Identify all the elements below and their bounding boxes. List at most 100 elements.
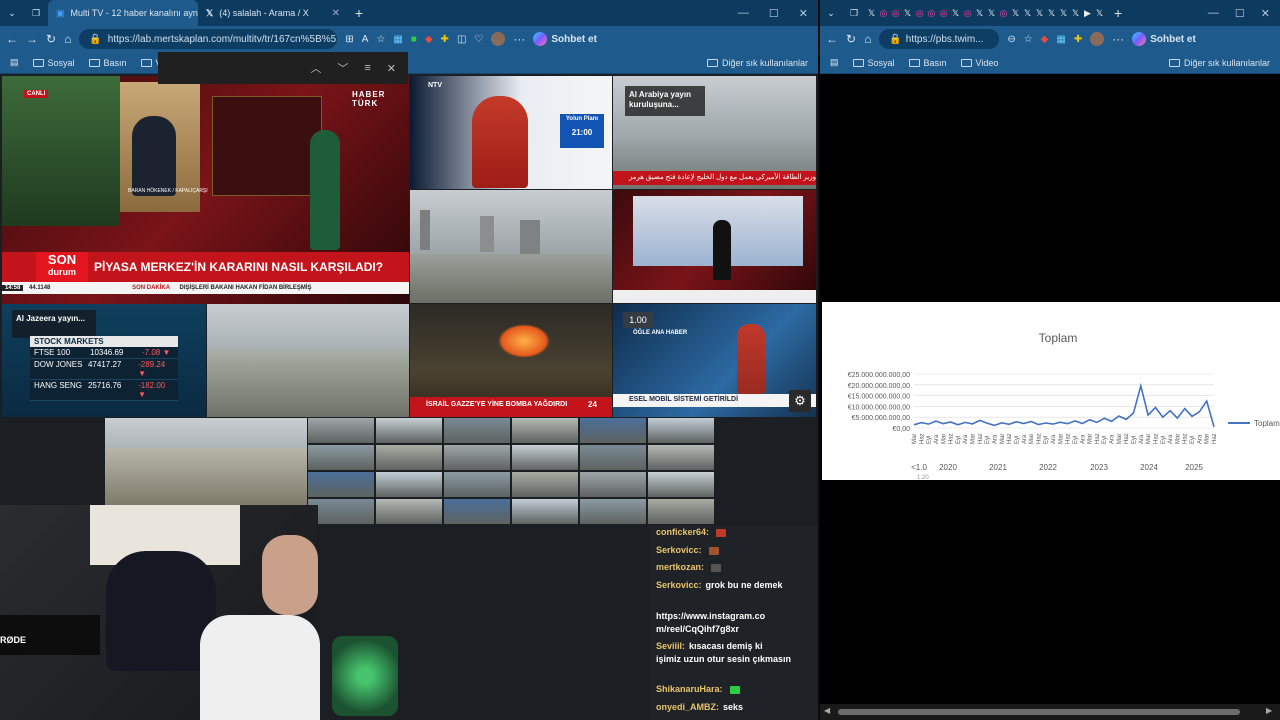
- tab-actions-icon[interactable]: ⌄: [820, 0, 842, 26]
- x-tab-icon[interactable]: 𝕏: [1034, 0, 1045, 26]
- small-video-tile[interactable]: [376, 472, 442, 497]
- small-video-tile[interactable]: [444, 472, 510, 497]
- chevron-down-icon[interactable]: ﹀: [337, 60, 348, 76]
- small-video-tile[interactable]: [444, 499, 510, 524]
- x-tab-icon[interactable]: 𝕏: [974, 0, 985, 26]
- video-tile-jerusalem[interactable]: [105, 418, 307, 506]
- x-tab-icon[interactable]: 𝕏: [902, 0, 913, 26]
- tab-x-search[interactable]: 𝕏 (4) salalah - Arama / X ✕: [198, 0, 348, 26]
- video-tile-city[interactable]: [410, 190, 612, 303]
- small-video-tile[interactable]: [376, 445, 442, 470]
- extension-icon[interactable]: ✚: [441, 34, 449, 45]
- extension-icon[interactable]: ◆: [1041, 34, 1049, 45]
- x-tab-icon[interactable]: 𝕏: [1010, 0, 1021, 26]
- video-tile-ogle[interactable]: 1.00 ÖĞLE ANA HABER ESEL MOBİL SİSTEMİ G…: [613, 304, 816, 417]
- more-icon[interactable]: ···: [1112, 32, 1124, 46]
- maximize-icon[interactable]: ☐: [769, 7, 779, 20]
- chat-username[interactable]: Serkovicc:: [656, 545, 702, 555]
- back-icon[interactable]: ←: [826, 32, 838, 46]
- video-tile-gaza[interactable]: İSRAİL GAZZE'YE YİNE BOMBA YAĞDIRDI 24: [410, 304, 612, 417]
- small-video-tile[interactable]: [512, 445, 578, 470]
- address-bar[interactable]: 🔒 https://lab.mertskaplan.com/multitv/tr…: [79, 29, 338, 49]
- instagram-tab-icon[interactable]: ◎: [914, 0, 925, 26]
- chevron-up-icon[interactable]: ︿: [310, 60, 321, 76]
- close-tab-icon[interactable]: ✕: [332, 8, 340, 19]
- bookmark-other[interactable]: Diğer sık kullanılanlar: [1168, 58, 1270, 68]
- small-video-tile[interactable]: [512, 499, 578, 524]
- tab-list-icon[interactable]: ▤: [830, 57, 839, 68]
- instagram-tab-icon[interactable]: ◎: [878, 0, 889, 26]
- video-tile-aljazeera[interactable]: Al Jazeera yayın... STOCK MARKETS FTSE 1…: [2, 304, 206, 417]
- small-video-tile[interactable]: [580, 445, 646, 470]
- small-video-tile[interactable]: [648, 445, 714, 470]
- x-tab-icon[interactable]: 𝕏: [1022, 0, 1033, 26]
- close-icon[interactable]: ✕: [387, 62, 396, 75]
- instagram-tab-icon[interactable]: ◎: [926, 0, 937, 26]
- workspaces-icon[interactable]: ❐: [843, 0, 865, 26]
- refresh-icon[interactable]: ↻: [846, 32, 856, 46]
- small-video-tile[interactable]: [376, 499, 442, 524]
- x-tab-icon[interactable]: 𝕏: [1058, 0, 1069, 26]
- chat-username[interactable]: ShikanaruHara:: [656, 684, 723, 694]
- bookmark-sosyal[interactable]: Sosyal: [32, 58, 75, 68]
- forward-icon[interactable]: →: [26, 32, 38, 46]
- x-tab-icon[interactable]: 𝕏: [1094, 0, 1105, 26]
- minimize-icon[interactable]: —: [1208, 7, 1219, 20]
- small-video-tile[interactable]: [580, 418, 646, 443]
- copilot-button[interactable]: Sohbet et: [1132, 32, 1196, 46]
- zoom-icon[interactable]: ⊖: [1007, 34, 1015, 45]
- tab-actions-icon[interactable]: ⌄: [0, 0, 24, 26]
- video-tile-studio[interactable]: [613, 190, 816, 303]
- scroll-left-icon[interactable]: ◀: [824, 706, 830, 715]
- new-tab-button[interactable]: +: [1106, 0, 1124, 26]
- x-tab-icon[interactable]: 𝕏: [866, 0, 877, 26]
- instagram-tab-icon[interactable]: ◎: [938, 0, 949, 26]
- collections-icon[interactable]: ◫: [457, 34, 466, 45]
- x-tab-icon[interactable]: 𝕏: [986, 0, 997, 26]
- scrollbar-thumb[interactable]: [838, 709, 1240, 715]
- bookmark-sosyal[interactable]: Sosyal: [852, 58, 895, 68]
- home-icon[interactable]: ⌂: [864, 32, 871, 46]
- bookmark-basin[interactable]: Basın: [908, 58, 947, 68]
- x-tab-icon[interactable]: 𝕏: [1046, 0, 1057, 26]
- playback-speed[interactable]: 1.00: [623, 312, 653, 328]
- maximize-icon[interactable]: ☐: [1235, 7, 1245, 20]
- filter-icon[interactable]: ≡: [364, 62, 370, 74]
- tab-multitv[interactable]: ▣ Multi TV - 12 haber kanalını aynı a ✕: [48, 0, 198, 26]
- x-tab-icon[interactable]: 𝕏: [1070, 0, 1081, 26]
- close-window-icon[interactable]: ✕: [1261, 7, 1270, 20]
- small-video-tile[interactable]: [444, 445, 510, 470]
- chat-username[interactable]: Serkovicc:: [656, 580, 702, 590]
- home-icon[interactable]: ⌂: [64, 32, 71, 46]
- small-video-tile[interactable]: [512, 472, 578, 497]
- x-tab-icon[interactable]: 𝕏: [950, 0, 961, 26]
- small-video-tile[interactable]: [308, 418, 374, 443]
- bookmark-video[interactable]: Video: [960, 58, 998, 68]
- extension-icon[interactable]: ■: [411, 34, 417, 45]
- small-video-tile[interactable]: [376, 418, 442, 443]
- video-tile-ntv[interactable]: NTV Yolun Planı 21:00: [410, 76, 612, 189]
- favorites-icon[interactable]: ♡: [474, 34, 483, 45]
- avatar[interactable]: [1090, 32, 1105, 46]
- extension-icon[interactable]: ✚: [1074, 34, 1082, 45]
- bookmark-basin[interactable]: Basın: [88, 58, 127, 68]
- extension-icon[interactable]: ◆: [425, 34, 433, 45]
- video-tile-haberturk[interactable]: CANLI HABER TÜRK BARAN HÖKENEK / KAPALIÇ…: [2, 76, 409, 304]
- x-tab-icon[interactable]: ▶: [1082, 0, 1093, 26]
- small-video-tile[interactable]: [648, 418, 714, 443]
- tile-overlay-label[interactable]: Al Arabiya yayın kuruluşuna...: [625, 86, 705, 116]
- small-video-tile[interactable]: [444, 418, 510, 443]
- small-video-tile[interactable]: [512, 418, 578, 443]
- new-tab-button[interactable]: +: [348, 0, 370, 26]
- read-aloud-icon[interactable]: A: [362, 34, 369, 45]
- instagram-tab-icon[interactable]: ◎: [890, 0, 901, 26]
- small-video-tile[interactable]: [308, 472, 374, 497]
- scroll-right-icon[interactable]: ▶: [1266, 706, 1272, 715]
- address-bar[interactable]: 🔒 https://pbs.twim...: [879, 29, 1000, 49]
- workspaces-icon[interactable]: ❐: [24, 0, 48, 26]
- instagram-tab-icon[interactable]: ◎: [998, 0, 1009, 26]
- video-tile-skyline[interactable]: [207, 304, 409, 417]
- horizontal-scrollbar[interactable]: ◀ ▶: [820, 704, 1280, 720]
- favorite-star-icon[interactable]: ☆: [1024, 34, 1033, 45]
- copilot-button[interactable]: Sohbet et: [533, 32, 597, 46]
